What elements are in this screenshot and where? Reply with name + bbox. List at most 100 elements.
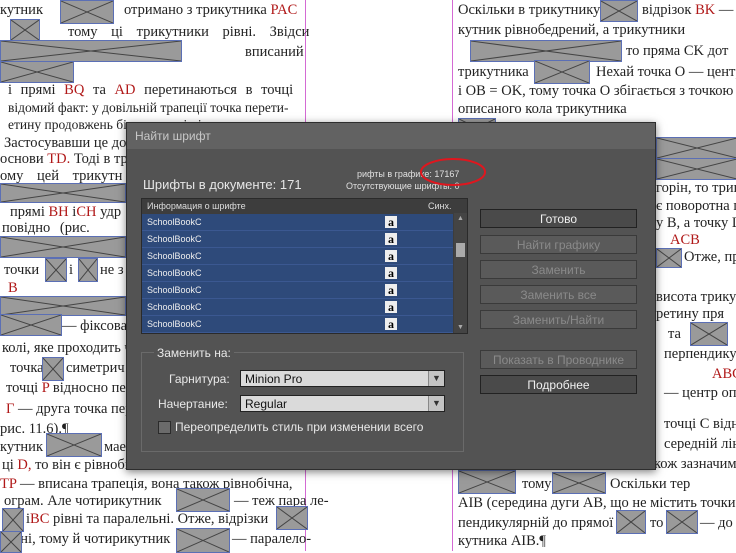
image-placeholder[interactable] bbox=[534, 60, 590, 84]
scroll-down-arrow[interactable]: ▼ bbox=[454, 324, 467, 331]
redefine-style-checkbox[interactable] bbox=[158, 421, 171, 434]
right-text: пендикулярній до прямої bbox=[458, 515, 614, 531]
right-text: у B, а точку L bbox=[656, 215, 736, 231]
image-placeholder[interactable] bbox=[176, 528, 230, 553]
right-text: кутник рівнобедрений, а трикутники bbox=[458, 22, 686, 38]
dialog-title[interactable]: Найти шрифт bbox=[127, 123, 655, 149]
left-text: удр bbox=[100, 204, 122, 220]
font-type-icon: a bbox=[385, 284, 397, 296]
image-placeholder[interactable] bbox=[0, 40, 182, 62]
left-text: BQ bbox=[64, 82, 85, 98]
left-text: перетинаються bbox=[144, 82, 237, 98]
replace-all-button[interactable]: Заменить все bbox=[480, 285, 637, 304]
column-sync[interactable]: Синх. bbox=[428, 199, 452, 213]
find-graphic-button[interactable]: Найти графику bbox=[480, 235, 637, 254]
font-name: SchoolBookC bbox=[147, 319, 202, 329]
font-type-icon: a bbox=[385, 318, 397, 330]
left-text: — паралело- bbox=[232, 531, 312, 547]
left-text: симетрич bbox=[66, 360, 125, 376]
image-placeholder[interactable] bbox=[0, 61, 74, 83]
replace-with-title: Заменить на: bbox=[154, 346, 234, 360]
image-placeholder[interactable] bbox=[690, 322, 728, 346]
font-row[interactable]: SchoolBookC a bbox=[142, 282, 453, 299]
left-text: ці bbox=[111, 24, 123, 40]
image-placeholder[interactable] bbox=[458, 470, 516, 494]
image-placeholder[interactable] bbox=[666, 510, 698, 534]
more-button[interactable]: Подробнее bbox=[480, 375, 637, 394]
left-text: — друга точка пере bbox=[18, 401, 139, 417]
font-name: SchoolBookC bbox=[147, 234, 202, 244]
image-placeholder[interactable] bbox=[656, 248, 682, 268]
right-text: тому bbox=[522, 476, 552, 492]
left-text: прямі bbox=[10, 204, 45, 220]
table-scrollbar[interactable]: ▲ ▼ bbox=[454, 213, 467, 333]
image-placeholder[interactable] bbox=[2, 508, 24, 532]
image-placeholder[interactable] bbox=[656, 158, 736, 180]
left-text: в bbox=[245, 82, 253, 98]
image-placeholder[interactable] bbox=[470, 40, 622, 62]
left-text: точці bbox=[6, 380, 39, 396]
image-placeholder[interactable] bbox=[0, 531, 22, 553]
image-placeholder[interactable] bbox=[60, 0, 114, 24]
replace-button[interactable]: Заменить bbox=[480, 260, 637, 279]
font-family-select[interactable]: Minion Pro ▼ bbox=[240, 370, 445, 387]
font-type-icon: a bbox=[385, 267, 397, 279]
image-placeholder[interactable] bbox=[0, 314, 62, 336]
left-text: BH bbox=[48, 204, 69, 220]
font-row[interactable]: SchoolBookC a bbox=[142, 214, 453, 231]
font-name: SchoolBookC bbox=[147, 285, 202, 295]
show-in-explorer-button[interactable]: Показать в Проводнике bbox=[480, 350, 637, 369]
right-text: та bbox=[668, 326, 681, 342]
left-text: AD bbox=[114, 82, 136, 98]
font-name: SchoolBookC bbox=[147, 217, 202, 227]
font-name: SchoolBookC bbox=[147, 302, 202, 312]
left-text: точці bbox=[261, 82, 294, 98]
image-placeholder[interactable] bbox=[46, 433, 102, 457]
left-text: рівні. bbox=[222, 24, 257, 40]
column-font-info[interactable]: Информация о шрифте bbox=[147, 199, 246, 213]
image-placeholder[interactable] bbox=[0, 296, 126, 316]
find-font-dialog: Найти шрифт Шрифты в документе: 171 рифт… bbox=[126, 122, 656, 470]
image-placeholder[interactable] bbox=[78, 258, 98, 282]
font-row[interactable]: SchoolBookC a bbox=[142, 231, 453, 248]
font-row[interactable]: SchoolBookC a bbox=[142, 299, 453, 316]
font-type-icon: a bbox=[385, 216, 397, 228]
left-text: відносно пер bbox=[52, 380, 134, 396]
image-placeholder[interactable] bbox=[656, 137, 736, 159]
left-text: P bbox=[41, 380, 50, 396]
left-text: точки bbox=[4, 262, 40, 278]
scroll-up-arrow[interactable]: ▲ bbox=[454, 215, 467, 222]
left-text: мае bbox=[104, 439, 126, 455]
image-placeholder[interactable] bbox=[552, 472, 606, 494]
left-text: PAC bbox=[270, 2, 298, 18]
right-text: то пряма CK дот bbox=[626, 43, 729, 59]
image-placeholder[interactable] bbox=[0, 236, 126, 258]
right-text: є поворотна п bbox=[656, 198, 736, 214]
right-text: Нехай точка O — центр bbox=[596, 64, 736, 80]
image-placeholder[interactable] bbox=[176, 488, 230, 512]
left-text: повідно bbox=[2, 220, 51, 236]
font-list-table: Информация о шрифте Синх. SchoolBookC a S… bbox=[141, 198, 468, 334]
left-text: CH bbox=[76, 204, 97, 220]
font-row[interactable]: SchoolBookC a bbox=[142, 248, 453, 265]
image-placeholder[interactable] bbox=[10, 19, 40, 41]
right-text: ретину пря bbox=[656, 306, 725, 322]
done-button[interactable]: Готово bbox=[480, 209, 637, 228]
font-row[interactable]: SchoolBookC a bbox=[142, 265, 453, 282]
scroll-thumb[interactable] bbox=[456, 243, 465, 257]
image-placeholder[interactable] bbox=[616, 510, 646, 534]
image-placeholder[interactable] bbox=[42, 357, 64, 381]
image-placeholder[interactable] bbox=[600, 0, 638, 22]
font-style-label: Начертание: bbox=[158, 397, 228, 411]
left-text: TD. bbox=[47, 151, 71, 167]
replace-find-button[interactable]: Заменить/Найти bbox=[480, 310, 637, 329]
image-placeholder[interactable] bbox=[0, 183, 126, 203]
font-style-select[interactable]: Regular ▼ bbox=[240, 395, 445, 412]
left-text: (рис. bbox=[59, 220, 90, 236]
image-placeholder[interactable] bbox=[276, 506, 308, 530]
font-row[interactable]: SchoolBookC a bbox=[142, 316, 453, 333]
right-text: і OB = OK, тому точка O збігається з точ… bbox=[458, 83, 734, 99]
image-placeholder[interactable] bbox=[45, 258, 67, 282]
left-text: B bbox=[8, 280, 18, 296]
right-text: середній лін bbox=[664, 436, 736, 452]
